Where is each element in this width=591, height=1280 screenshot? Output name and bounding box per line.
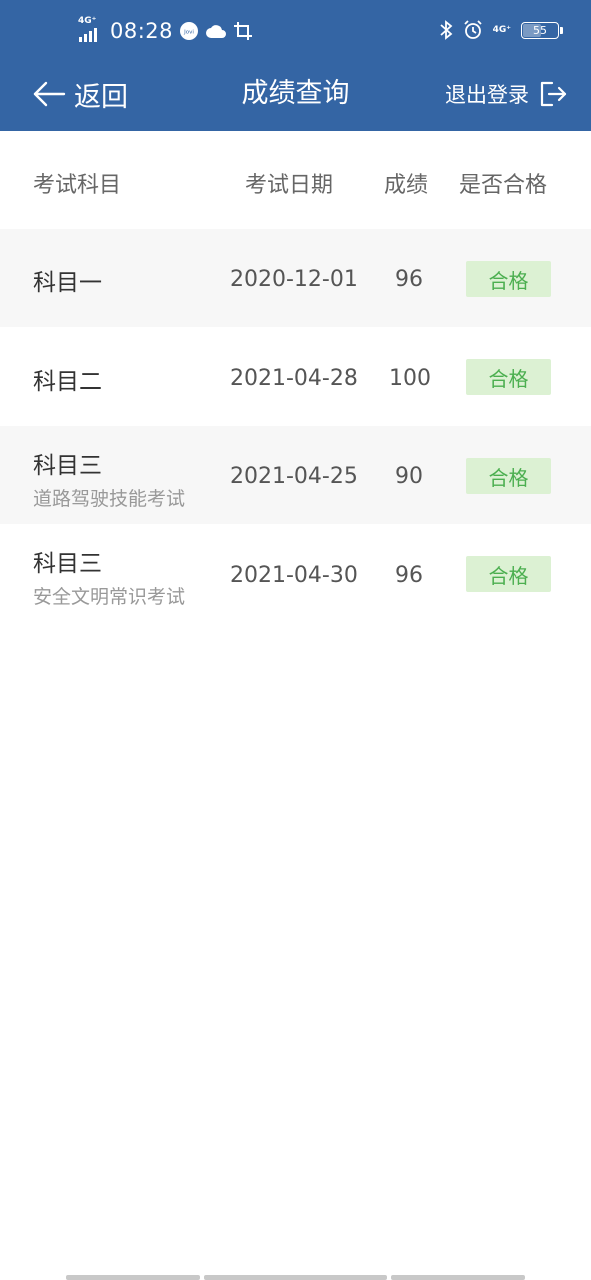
jovi-label: Jovi: [183, 30, 194, 36]
status-bar: 4G⁺ 08:28 Jovi 4G⁺ 55: [0, 0, 591, 66]
header-passed: 是否合格: [459, 173, 548, 198]
weather-cloud-icon: [205, 23, 227, 39]
exam-date: 2021-04-25: [230, 464, 358, 489]
status-badge: 合格: [466, 458, 551, 494]
alarm-clock-icon: [463, 20, 483, 40]
subject-subtitle: 道路驾驶技能考试: [33, 488, 186, 510]
screenshot-icon: [233, 21, 253, 41]
app-header: 4G⁺ 08:28 Jovi 4G⁺ 55 返回 成绩查询 退出登录: [0, 0, 591, 131]
nav-bar: 返回 成绩查询 退出登录: [0, 66, 591, 131]
table-row: 科目一 2020-12-01 96 合格: [0, 229, 591, 327]
exam-score: 96: [395, 267, 423, 292]
status-time: 08:28: [110, 19, 174, 43]
subject-subtitle: 安全文明常识考试: [33, 586, 186, 608]
logout-label: 退出登录: [445, 83, 529, 107]
logout-icon: [539, 80, 567, 108]
exam-score: 100: [389, 366, 431, 391]
subject-name: 科目一: [33, 270, 102, 296]
status-badge: 合格: [466, 261, 551, 297]
header-score: 成绩: [384, 173, 429, 198]
exam-date: 2020-12-01: [230, 267, 358, 292]
status-badge: 合格: [466, 556, 551, 592]
subject-cell: 科目三 安全文明常识考试: [33, 544, 185, 609]
battery-level: 55: [533, 23, 547, 37]
subject-cell: 科目三 道路驾驶技能考试: [33, 446, 185, 511]
jovi-icon: Jovi: [179, 21, 199, 41]
network-type-label: 4G⁺: [78, 16, 97, 26]
battery-icon: 55: [521, 21, 563, 39]
subject-name: 科目三: [33, 551, 102, 577]
logout-button[interactable]: 退出登录: [445, 74, 567, 114]
gesture-bar-right: [391, 1275, 525, 1280]
subject-name: 科目二: [33, 369, 102, 395]
exam-score: 90: [395, 464, 423, 489]
exam-score: 96: [395, 563, 423, 588]
exam-date: 2021-04-28: [230, 366, 358, 391]
table-header: 考试科目 考试日期 成绩 是否合格: [0, 131, 591, 229]
gesture-bar-left: [66, 1275, 200, 1280]
table-row: 科目三 道路驾驶技能考试 2021-04-25 90 合格: [0, 426, 591, 524]
table-row: 科目二 2021-04-28 100 合格: [0, 327, 591, 425]
cellular-signal-icon: 4G⁺: [78, 16, 104, 44]
bluetooth-icon: [439, 20, 453, 40]
status-bar-right: 4G⁺ 55: [439, 20, 563, 40]
header-date: 考试日期: [245, 173, 334, 198]
subject-cell: 科目一: [33, 263, 102, 297]
table-row: 科目三 安全文明常识考试 2021-04-30 96 合格: [0, 524, 591, 622]
subject-cell: 科目二: [33, 362, 102, 396]
subject-name: 科目三: [33, 453, 102, 479]
header-subject: 考试科目: [33, 173, 122, 198]
gesture-bar-center[interactable]: [204, 1275, 387, 1280]
status-badge: 合格: [466, 359, 551, 395]
exam-date: 2021-04-30: [230, 563, 358, 588]
network-type-right: 4G⁺: [492, 25, 511, 35]
status-bar-left: 4G⁺ 08:28 Jovi: [78, 16, 253, 44]
